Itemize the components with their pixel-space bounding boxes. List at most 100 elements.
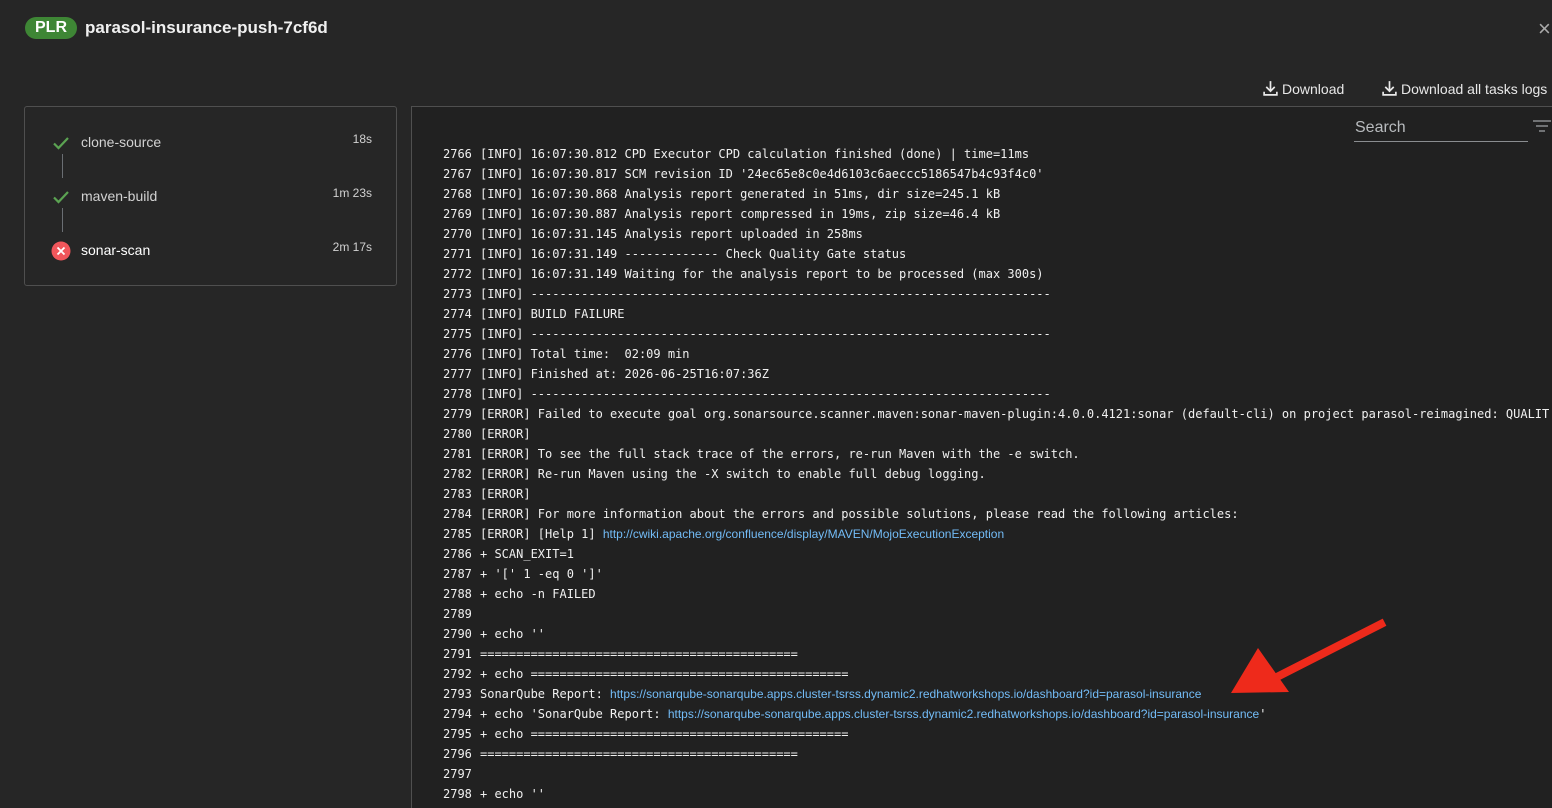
log-line-number: 2784: [443, 507, 472, 521]
pipeline-run-title: parasol-insurance-push-7cf6d: [85, 18, 328, 37]
log-line: 2791 ====================================…: [443, 644, 1552, 664]
task-item-maven-build[interactable]: maven-build 1m 23s: [25, 181, 396, 211]
download-all-label: Download all tasks logs: [1401, 80, 1548, 97]
log-line-number: 2779: [443, 407, 472, 421]
log-line-number: 2774: [443, 307, 472, 321]
log-line-text: ========================================…: [480, 747, 798, 761]
log-line: 2778 [INFO] -----------------------------…: [443, 384, 1552, 404]
log-line: 2766 [INFO] 16:07:30.812 CPD Executor CPD…: [443, 144, 1552, 164]
check-icon: [53, 191, 69, 204]
log-line-number: 2797: [443, 767, 472, 781]
task-item-sonar-scan[interactable]: sonar-scan 2m 17s: [25, 235, 396, 265]
log-viewer[interactable]: 2766 [INFO] 16:07:30.812 CPD Executor CPD…: [411, 106, 1552, 808]
log-line: 2783 [ERROR]: [443, 484, 1552, 504]
task-name: maven-build: [81, 188, 158, 204]
log-line-number: 2788: [443, 587, 472, 601]
log-line: 2792 + echo =============================…: [443, 664, 1552, 684]
log-line-text: + echo =================================…: [480, 727, 849, 741]
download-all-logs-button[interactable]: Download all tasks logs: [1381, 80, 1547, 97]
log-line: 2769 [INFO] 16:07:30.887 Analysis report …: [443, 204, 1552, 224]
log-line-text: + '[' 1 -eq 0 ']': [480, 567, 603, 581]
log-line-number: 2766: [443, 147, 472, 161]
log-line: 2767 [INFO] 16:07:30.817 SCM revision ID …: [443, 164, 1552, 184]
filter-icon[interactable]: [1532, 119, 1552, 135]
log-line-text: + echo -n FAILED: [480, 587, 596, 601]
log-line-number: 2771: [443, 247, 472, 261]
log-line-number: 2798: [443, 787, 472, 801]
log-line-text: [ERROR] Failed to execute goal org.sonar…: [480, 407, 1550, 421]
log-line-number: 2778: [443, 387, 472, 401]
log-line-text: [INFO] 16:07:31.149 ------------- Check …: [480, 247, 907, 261]
log-line-text: [INFO] 16:07:31.149 Waiting for the anal…: [480, 267, 1044, 281]
task-duration: 2m 17s: [332, 240, 372, 254]
task-connector: [62, 208, 63, 232]
log-line-text: [INFO] 16:07:31.145 Analysis report uplo…: [480, 227, 863, 241]
log-line-number: 2767: [443, 167, 472, 181]
log-line-text: + echo '': [480, 787, 546, 801]
log-line-number: 2780: [443, 427, 472, 441]
log-line: 2773 [INFO] -----------------------------…: [443, 284, 1552, 304]
log-line: 2776 [INFO] Total time: 02:09 min: [443, 344, 1552, 364]
log-line: 2782 [ERROR] Re-run Maven using the -X sw…: [443, 464, 1552, 484]
log-line: 2795 + echo =============================…: [443, 724, 1552, 744]
log-line: 2772 [INFO] 16:07:31.149 Waiting for the …: [443, 264, 1552, 284]
error-circle-icon: [51, 241, 71, 261]
log-line-text: [ERROR]: [480, 487, 531, 501]
download-icon: [1263, 81, 1278, 96]
log-line-number: 2786: [443, 547, 472, 561]
log-line-text: [INFO] 16:07:30.887 Analysis report comp…: [480, 207, 1001, 221]
log-line-suffix: ': [1259, 707, 1267, 721]
log-link[interactable]: https://sonarqube-sonarqube.apps.cluster…: [668, 707, 1259, 721]
log-line-number: 2770: [443, 227, 472, 241]
task-duration: 18s: [352, 132, 372, 146]
log-line-text: SonarQube Report:: [480, 687, 611, 701]
log-line-text: [ERROR] For more information about the e…: [480, 507, 1239, 521]
log-line-text: [ERROR]: [480, 427, 531, 441]
log-line: 2786 + SCAN_EXIT=1: [443, 544, 1552, 564]
task-item-clone-source[interactable]: clone-source 18s: [25, 127, 396, 157]
plr-badge: PLR: [25, 17, 77, 39]
log-line-number: 2795: [443, 727, 472, 741]
log-line-number: 2792: [443, 667, 472, 681]
task-name: clone-source: [81, 134, 162, 150]
log-line-number: 2785: [443, 527, 472, 541]
close-icon[interactable]: ×: [1538, 18, 1552, 40]
log-line-number: 2782: [443, 467, 472, 481]
log-line: 2768 [INFO] 16:07:30.868 Analysis report …: [443, 184, 1552, 204]
log-line: 2794 + echo 'SonarQube Report: https://so…: [443, 704, 1552, 724]
log-line-number: 2789: [443, 607, 472, 621]
log-line-text: [INFO] 16:07:30.817 SCM revision ID '24e…: [480, 167, 1044, 181]
log-line-text: + echo 'SonarQube Report:: [480, 707, 668, 721]
task-name: sonar-scan: [81, 242, 151, 258]
log-line-text: [ERROR] Re-run Maven using the -X switch…: [480, 467, 986, 481]
log-line-text: [ERROR] To see the full stack trace of t…: [480, 447, 1080, 461]
log-line-text: [INFO] 16:07:30.868 Analysis report gene…: [480, 187, 1001, 201]
log-line: 2790 + echo '': [443, 624, 1552, 644]
check-icon: [53, 137, 69, 150]
log-line-text: [INFO] 16:07:30.812 CPD Executor CPD cal…: [480, 147, 1030, 161]
log-line: 2785 [ERROR] [Help 1] http://cwiki.apache…: [443, 524, 1552, 544]
search-input[interactable]: [1354, 115, 1528, 141]
log-line: 2779 [ERROR] Failed to execute goal org.s…: [443, 404, 1552, 424]
log-lines: 2766 [INFO] 16:07:30.812 CPD Executor CPD…: [443, 144, 1552, 804]
log-line-text: [INFO] ---------------------------------…: [480, 387, 1051, 401]
log-search[interactable]: [1354, 115, 1528, 142]
log-line: 2797: [443, 764, 1552, 784]
log-line-number: 2777: [443, 367, 472, 381]
log-link[interactable]: https://sonarqube-sonarqube.apps.cluster…: [610, 687, 1201, 701]
log-line: 2784 [ERROR] For more information about t…: [443, 504, 1552, 524]
modal-header: PLR parasol-insurance-push-7cf6d ×: [0, 0, 1552, 56]
log-line: 2787 + '[' 1 -eq 0 ']': [443, 564, 1552, 584]
log-link[interactable]: http://cwiki.apache.org/confluence/displ…: [603, 527, 1004, 541]
download-button[interactable]: Download: [1262, 80, 1344, 97]
log-line: 2777 [INFO] Finished at: 2026-06-25T16:07…: [443, 364, 1552, 384]
log-line-text: + echo =================================…: [480, 667, 849, 681]
log-line-number: 2769: [443, 207, 472, 221]
log-line-text: [ERROR] [Help 1]: [480, 527, 603, 541]
log-line: 2780 [ERROR]: [443, 424, 1552, 444]
log-line-number: 2794: [443, 707, 472, 721]
log-line-text: ========================================…: [480, 647, 798, 661]
log-line-number: 2773: [443, 287, 472, 301]
log-line-number: 2787: [443, 567, 472, 581]
log-line: 2770 [INFO] 16:07:31.145 Analysis report …: [443, 224, 1552, 244]
